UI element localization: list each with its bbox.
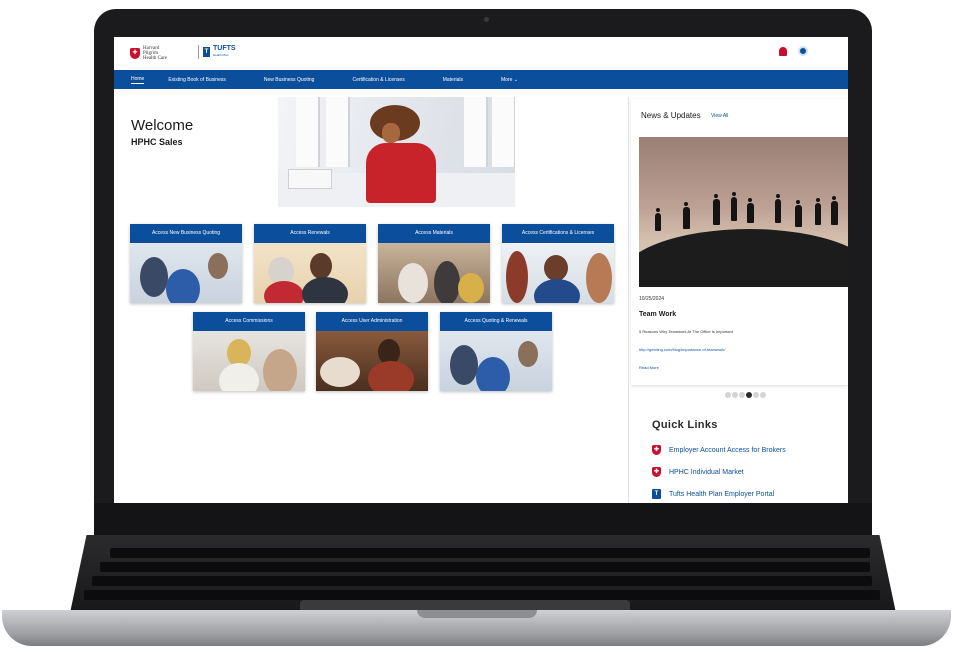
tufts-t-icon: T — [203, 47, 210, 57]
tile-image — [316, 331, 428, 391]
tufts-logo[interactable]: T TUFTS Health Plan — [203, 45, 236, 58]
news-description: 5 Reasons Why Teamwork At The Office Is … — [639, 329, 733, 334]
quick-link-label: HPHC Individual Market — [669, 468, 744, 476]
tile-label: Access User Administration — [316, 312, 428, 331]
news-card: News & Updates View All 10/25/2024 Team … — [631, 99, 848, 385]
carousel-dot[interactable] — [753, 392, 759, 398]
tile-image — [502, 243, 614, 303]
tile-image — [193, 331, 305, 391]
main-nav: Home Existing Book of Business New Busin… — [114, 70, 848, 89]
harvard-pilgrim-logo[interactable]: ✚ Harvard Pilgrim Health Care — [130, 46, 171, 61]
read-more-link[interactable]: Read More — [639, 365, 659, 370]
carousel-indicators — [725, 392, 767, 398]
tile-new-business-quoting[interactable]: Access New Business Quoting — [130, 224, 242, 303]
tile-certifications[interactable]: Access Certifications & Licenses — [502, 224, 614, 303]
top-header: ✚ Harvard Pilgrim Health Care T TUFTS He… — [114, 37, 848, 69]
sidebar-divider — [628, 97, 629, 503]
hero-image — [278, 97, 515, 207]
quick-links-title: Quick Links — [652, 419, 718, 431]
tile-image — [378, 243, 490, 303]
laptop-notch — [417, 610, 537, 618]
carousel-dot[interactable] — [732, 392, 738, 398]
quick-link-label: Tufts Health Plan Employer Portal — [669, 490, 775, 498]
tile-label: Access Certifications & Licenses — [502, 224, 614, 243]
tile-label: Access Quoting & Renewals — [440, 312, 552, 331]
tile-image — [254, 243, 366, 303]
harvard-logo-text: Harvard Pilgrim Health Care — [143, 46, 168, 61]
harvard-shield-icon: ✚ — [652, 445, 661, 455]
user-avatar[interactable] — [798, 46, 808, 56]
tile-commissions[interactable]: Access Commissions — [193, 312, 305, 391]
harvard-shield-icon: ✚ — [130, 48, 140, 59]
laptop-bezel-bottom — [94, 503, 872, 539]
news-image — [639, 137, 848, 287]
harvard-shield-icon: ✚ — [652, 467, 661, 477]
page-subtitle: HPHC Sales — [131, 137, 183, 147]
tile-label: Access New Business Quoting — [130, 224, 242, 243]
tufts-logo-subtext: Health Plan — [213, 53, 229, 57]
carousel-dot[interactable] — [760, 392, 766, 398]
laptop-screen: ✚ Harvard Pilgrim Health Care T TUFTS He… — [114, 37, 848, 503]
quick-link-employer-account[interactable]: ✚ Employer Account Access for Brokers — [652, 445, 786, 455]
nav-item-home[interactable]: Home — [131, 76, 145, 84]
quick-link-tufts-portal[interactable]: T Tufts Health Plan Employer Portal — [652, 489, 774, 499]
news-date: 10/25/2024 — [639, 296, 665, 302]
tile-image — [440, 331, 552, 391]
tile-renewals[interactable]: Access Renewals — [254, 224, 366, 303]
view-all-link[interactable]: View All — [711, 113, 728, 119]
tile-user-administration[interactable]: Access User Administration — [316, 312, 428, 391]
tile-image — [130, 243, 242, 303]
nav-item-certification[interactable]: Certification & Licenses — [352, 77, 404, 83]
tile-label: Access Commissions — [193, 312, 305, 331]
news-article-link[interactable]: http://getcling.com/blog/importance-of-t… — [639, 347, 725, 352]
notification-bell-icon[interactable] — [779, 47, 787, 56]
nav-item-more[interactable]: More ⌄ — [501, 77, 518, 83]
webcam — [484, 17, 489, 22]
tile-label: Access Materials — [378, 224, 490, 243]
carousel-dot-active[interactable] — [746, 392, 752, 398]
news-headline: Team Work — [639, 311, 677, 318]
tile-label: Access Renewals — [254, 224, 366, 243]
news-title: News & Updates — [641, 111, 701, 120]
tufts-t-icon: T — [652, 489, 661, 499]
nav-item-new-business-quoting[interactable]: New Business Quoting — [264, 77, 315, 83]
nav-item-existing-book[interactable]: Existing Book of Business — [168, 77, 226, 83]
nav-item-materials[interactable]: Materials — [443, 77, 463, 83]
quick-link-individual-market[interactable]: ✚ HPHC Individual Market — [652, 467, 744, 477]
page-title: Welcome — [131, 117, 194, 134]
carousel-dot[interactable] — [739, 392, 745, 398]
logo-divider — [198, 45, 199, 59]
quick-link-label: Employer Account Access for Brokers — [669, 446, 786, 454]
carousel-dot[interactable] — [725, 392, 731, 398]
tufts-logo-text: TUFTS — [213, 45, 236, 52]
tile-quoting-renewals[interactable]: Access Quoting & Renewals — [440, 312, 552, 391]
tile-materials[interactable]: Access Materials — [378, 224, 490, 303]
